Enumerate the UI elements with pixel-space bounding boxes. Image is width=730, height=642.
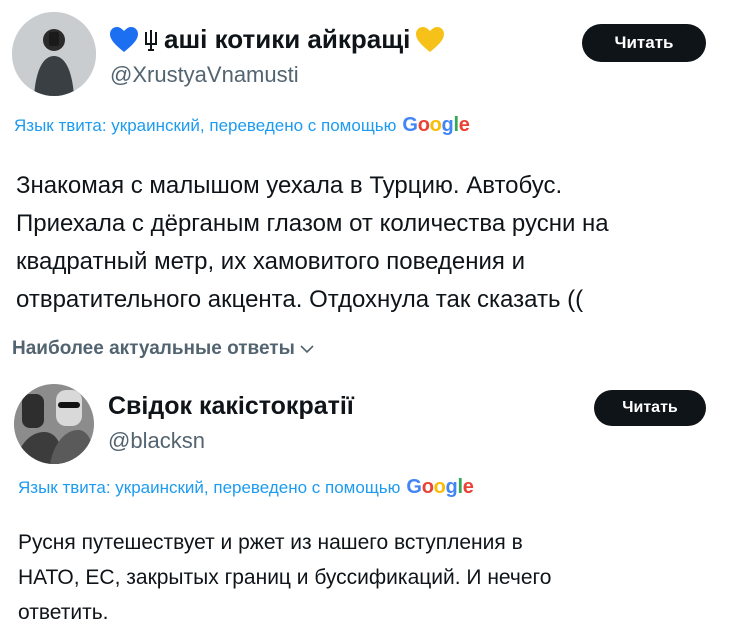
reply-author-name-label: Свідок какістократії [108,392,354,420]
tweet-text-line: квадратный метр, их хамовитого поведения… [16,248,525,275]
blue-heart-icon [110,26,138,52]
reply-follow-button[interactable]: Читать [594,390,706,426]
tweet-text: Знакомая с малышом уехала в Турцию. Авто… [16,167,726,319]
reply-translation-notice[interactable]: Язык твита: украинский, переведено с пом… [18,476,474,499]
reply-translation-notice-label: Язык твита: украинский, переведено с пом… [18,477,401,497]
google-logo: Google [402,114,470,136]
yellow-heart-icon [416,26,445,52]
reply-author-name[interactable]: Свідок какістократії [108,392,354,421]
translation-notice-label: Язык твита: украинский, переведено с пом… [14,115,397,135]
reply-avatar[interactable] [14,384,94,464]
reply-avatar-photo [14,384,94,464]
trident-icon [145,29,157,51]
reply-text-line: НАТО, ЕС, закрытых границ и буссификаций… [18,566,552,589]
reply-text-line: Русня путешествует и ржет из нашего всту… [18,531,523,554]
tweet-text-line: отвратительного акцента. Отдохнула так с… [16,286,584,313]
follow-button[interactable]: Читать [582,24,706,62]
tweet-text-line: Знакомая с малышом уехала в Турцию. Авто… [16,172,563,199]
author-name[interactable]: аші котики айкращі [110,24,445,55]
translation-notice[interactable]: Язык твита: украинский, переведено с пом… [14,114,470,137]
reply-google-logo: Google [406,476,474,498]
author-handle[interactable]: @XrustyaVnamusti [110,62,299,88]
reply-text-line: ответить. [18,601,109,624]
tweet-text-line: Приехала с дёрганым глазом от количества… [16,210,609,237]
reply-text: Русня путешествует и ржет из нашего всту… [18,525,718,630]
author-name-label: аші котики айкращі [164,24,411,54]
replies-sort-toggle[interactable]: Наиболее актуальные ответы [12,338,315,360]
reply-author-handle[interactable]: @blacksn [108,428,205,454]
avatar-photo [12,12,96,96]
replies-sort-label: Наиболее актуальные ответы [12,338,295,359]
avatar[interactable] [12,12,96,96]
chevron-down-icon [300,345,314,354]
